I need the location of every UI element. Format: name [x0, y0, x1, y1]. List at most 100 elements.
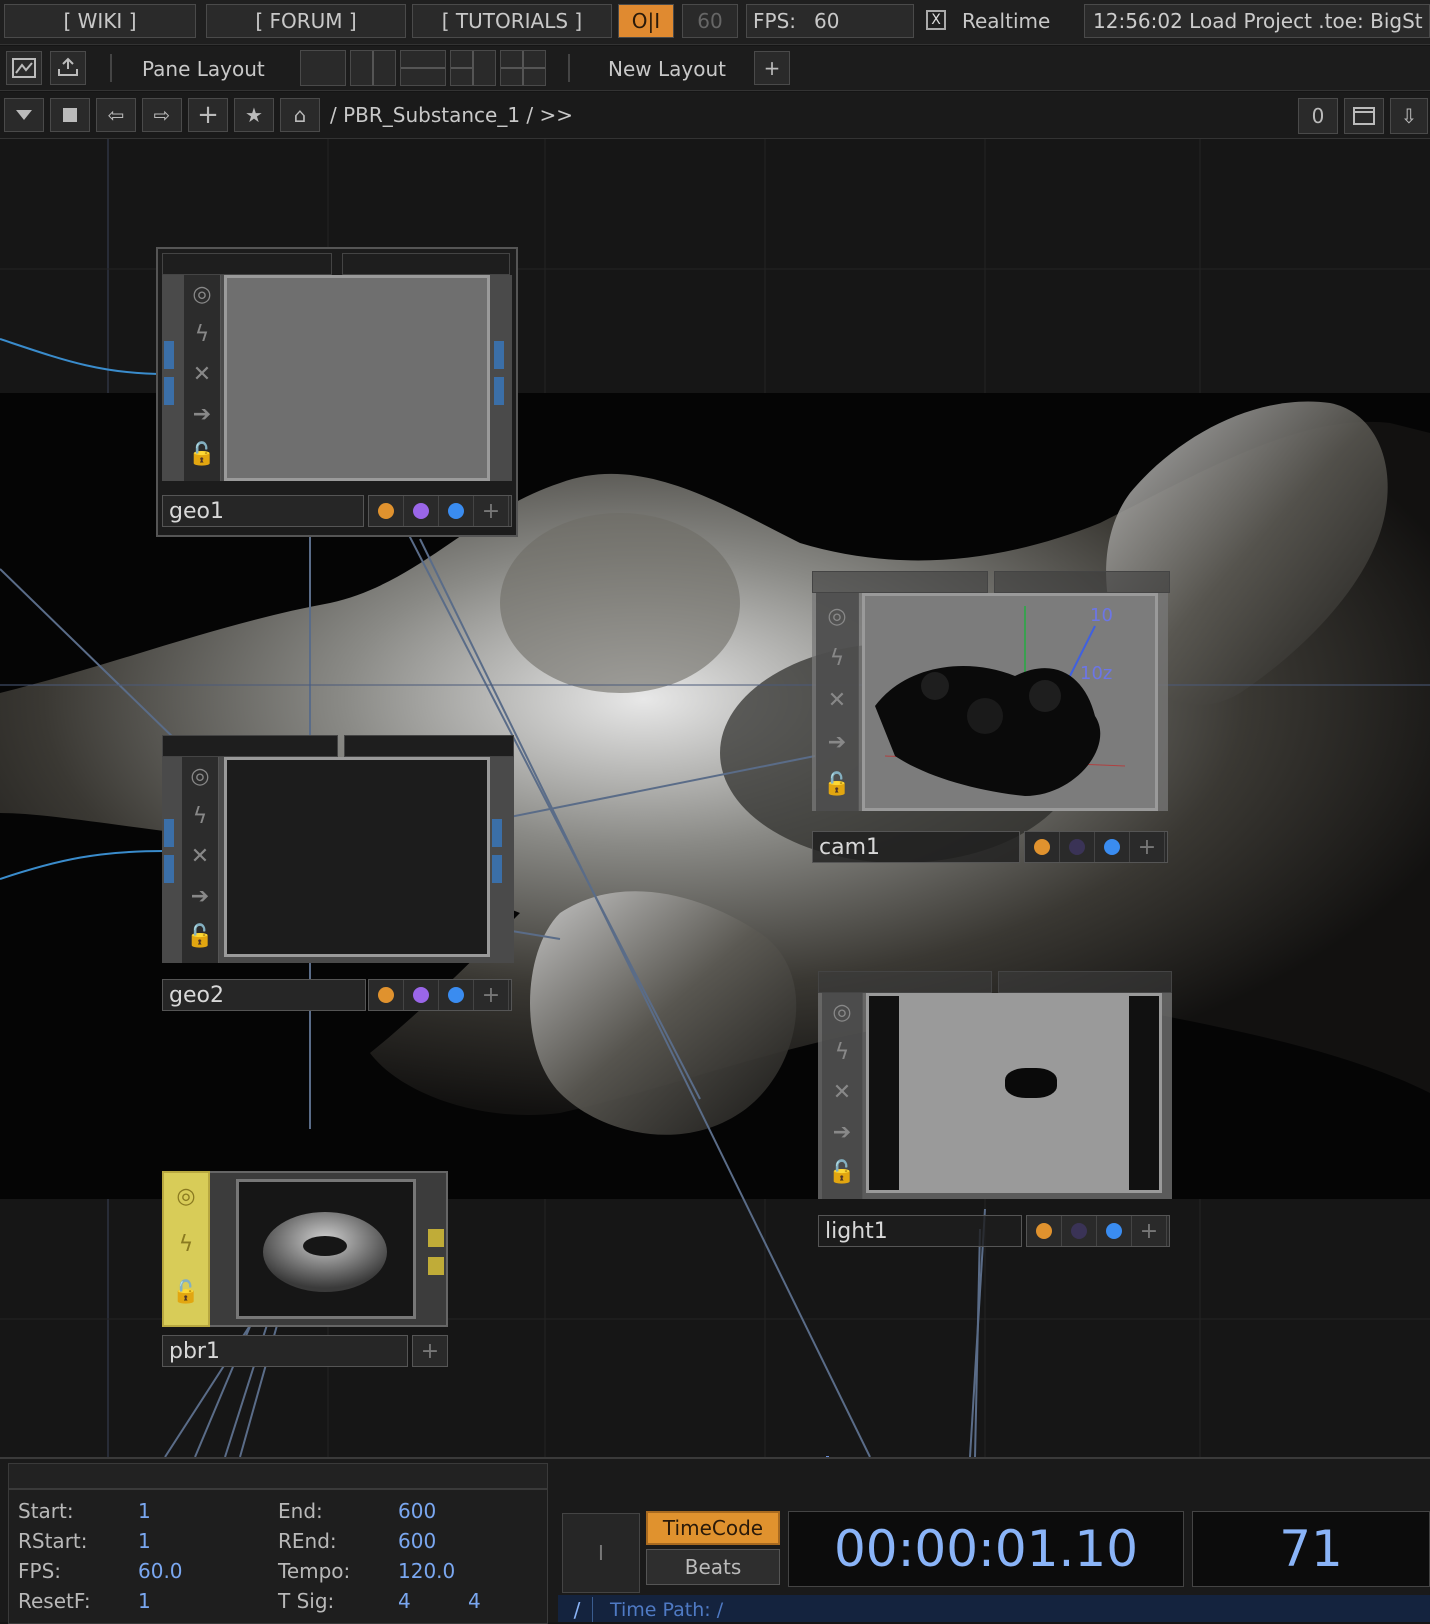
node-tab[interactable]	[994, 571, 1170, 593]
add-layout-button[interactable]: +	[754, 51, 790, 85]
cook-icon[interactable]: ϟ	[822, 1033, 862, 1071]
export-icon[interactable]	[50, 51, 86, 85]
cook-icon[interactable]: ϟ	[816, 639, 858, 677]
node-tab[interactable]	[344, 735, 514, 757]
lock-icon[interactable]: 🔓	[164, 1273, 208, 1311]
flag-dark[interactable]	[1062, 1216, 1097, 1246]
bypass-icon[interactable]: ✕	[816, 681, 858, 719]
fps-cap-field[interactable]: 60	[682, 4, 738, 38]
flag-dark[interactable]	[1060, 832, 1095, 862]
download-icon[interactable]: ⇩	[1390, 98, 1428, 134]
flag-orange[interactable]	[369, 980, 404, 1010]
rstart-field[interactable]: 1	[138, 1529, 151, 1553]
wiki-button[interactable]: [ WIKI ]	[4, 4, 196, 38]
network-path[interactable]: / PBR_Substance_1 / >>	[330, 103, 573, 127]
layout-three-icon[interactable]	[450, 50, 496, 86]
viewer-icon[interactable]: ◎	[816, 597, 858, 635]
output-connector[interactable]	[428, 1257, 444, 1275]
viewer-icon[interactable]: ◎	[182, 757, 218, 795]
flag-blue[interactable]	[1097, 1216, 1132, 1246]
chevron-down-icon[interactable]	[4, 98, 44, 132]
resetf-field[interactable]: 1	[138, 1589, 151, 1613]
beats-button[interactable]: Beats	[646, 1549, 780, 1585]
node-name[interactable]: geo1	[162, 495, 364, 527]
add-flag-icon[interactable]: +	[413, 1336, 447, 1366]
lock-icon[interactable]: 🔓	[816, 765, 858, 803]
node-tab[interactable]	[342, 253, 510, 275]
rend-field[interactable]: 600	[398, 1529, 436, 1553]
network-editor[interactable]: ◎ ϟ ✕ ➔ 🔓 geo1 + ◎ ϟ ✕ ➔ 🔓 geo2 + ◎ ϟ ✕ …	[0, 139, 1430, 1457]
tsig-numerator-field[interactable]: 4	[398, 1589, 411, 1613]
flag-orange[interactable]	[1025, 832, 1060, 862]
node-viewer[interactable]	[224, 757, 490, 957]
layout-single-icon[interactable]	[300, 50, 346, 86]
node-tab[interactable]	[818, 971, 992, 993]
bypass-icon[interactable]: ✕	[182, 837, 218, 875]
add-flag-icon[interactable]: +	[1130, 832, 1165, 862]
geo1-node[interactable]: ◎ ϟ ✕ ➔ 🔓 geo1 +	[156, 247, 518, 537]
forward-arrow-icon[interactable]: ⇨	[142, 98, 182, 132]
node-tab[interactable]	[162, 253, 332, 275]
node-viewer[interactable]	[866, 993, 1162, 1193]
bypass-icon[interactable]: ✕	[822, 1073, 862, 1111]
path-counter[interactable]: 0	[1298, 98, 1338, 134]
time-display[interactable]: 00:00:01.10	[788, 1511, 1184, 1587]
node-name[interactable]: geo2	[162, 979, 366, 1011]
text-cursor-icon[interactable]: I	[562, 1513, 640, 1593]
output-connector[interactable]	[428, 1229, 444, 1247]
tsig-denominator-field[interactable]: 4	[468, 1589, 481, 1613]
display-icon[interactable]: ➔	[184, 395, 220, 433]
bypass-icon[interactable]: ✕	[184, 355, 220, 393]
node-viewer[interactable]	[236, 1179, 416, 1319]
cook-icon[interactable]: ϟ	[184, 315, 220, 353]
display-icon[interactable]: ➔	[816, 723, 858, 761]
perform-mode-button[interactable]: O|I	[618, 4, 674, 38]
display-icon[interactable]: ➔	[822, 1113, 862, 1151]
node-tab[interactable]	[812, 571, 988, 593]
lock-icon[interactable]: 🔓	[182, 917, 218, 955]
node-viewer[interactable]	[224, 275, 490, 481]
add-flag-icon[interactable]: +	[474, 496, 509, 526]
node-name[interactable]: pbr1	[162, 1335, 408, 1367]
display-icon[interactable]: ➔	[182, 877, 218, 915]
plus-icon[interactable]: +	[188, 98, 228, 132]
frame-display[interactable]: 71	[1192, 1511, 1430, 1587]
output-connector[interactable]	[494, 341, 504, 369]
flag-orange[interactable]	[369, 496, 404, 526]
star-icon[interactable]: ★	[234, 98, 274, 132]
cam1-node[interactable]: ◎ ϟ ✕ ➔ 🔓 10 10z cam1 +	[812, 571, 1172, 871]
tempo-field[interactable]: 120.0	[398, 1559, 455, 1583]
node-name[interactable]: light1	[818, 1215, 1022, 1247]
flag-purple[interactable]	[404, 980, 439, 1010]
viewer-icon[interactable]: ◎	[184, 275, 220, 313]
flag-blue[interactable]	[1095, 832, 1130, 862]
tutorials-button[interactable]: [ TUTORIALS ]	[412, 4, 612, 38]
node-name[interactable]: cam1	[812, 831, 1020, 863]
add-flag-icon[interactable]: +	[1132, 1216, 1167, 1246]
home-icon[interactable]: ⌂	[280, 98, 320, 132]
flag-blue[interactable]	[439, 496, 474, 526]
node-tab[interactable]	[162, 735, 338, 757]
output-connector[interactable]	[494, 377, 504, 405]
light1-node[interactable]: ◎ ϟ ✕ ➔ 🔓 light1 +	[818, 971, 1172, 1263]
lock-icon[interactable]: 🔓	[184, 435, 220, 473]
viewer-icon[interactable]: ◎	[822, 993, 862, 1031]
flag-purple[interactable]	[404, 496, 439, 526]
add-flag-icon[interactable]: +	[474, 980, 509, 1010]
layout-four-icon[interactable]	[500, 50, 546, 86]
back-arrow-icon[interactable]: ⇦	[96, 98, 136, 132]
fps-field[interactable]: 60.0	[138, 1559, 183, 1583]
cook-icon[interactable]: ϟ	[164, 1225, 208, 1263]
pbr1-node[interactable]: ◎ ϟ 🔓 pbr1 +	[162, 1171, 448, 1381]
input-connector[interactable]	[164, 855, 174, 883]
viewer-icon[interactable]: ◎	[164, 1177, 208, 1215]
cook-icon[interactable]: ϟ	[182, 797, 218, 835]
node-tab[interactable]	[998, 971, 1172, 993]
timecode-button[interactable]: TimeCode	[646, 1511, 780, 1545]
time-path-root[interactable]: /	[562, 1597, 593, 1622]
stop-icon[interactable]	[50, 98, 90, 132]
forum-button[interactable]: [ FORUM ]	[206, 4, 406, 38]
start-field[interactable]: 1	[138, 1499, 151, 1523]
end-field[interactable]: 600	[398, 1499, 436, 1523]
realtime-checkbox[interactable]: X	[926, 10, 946, 30]
